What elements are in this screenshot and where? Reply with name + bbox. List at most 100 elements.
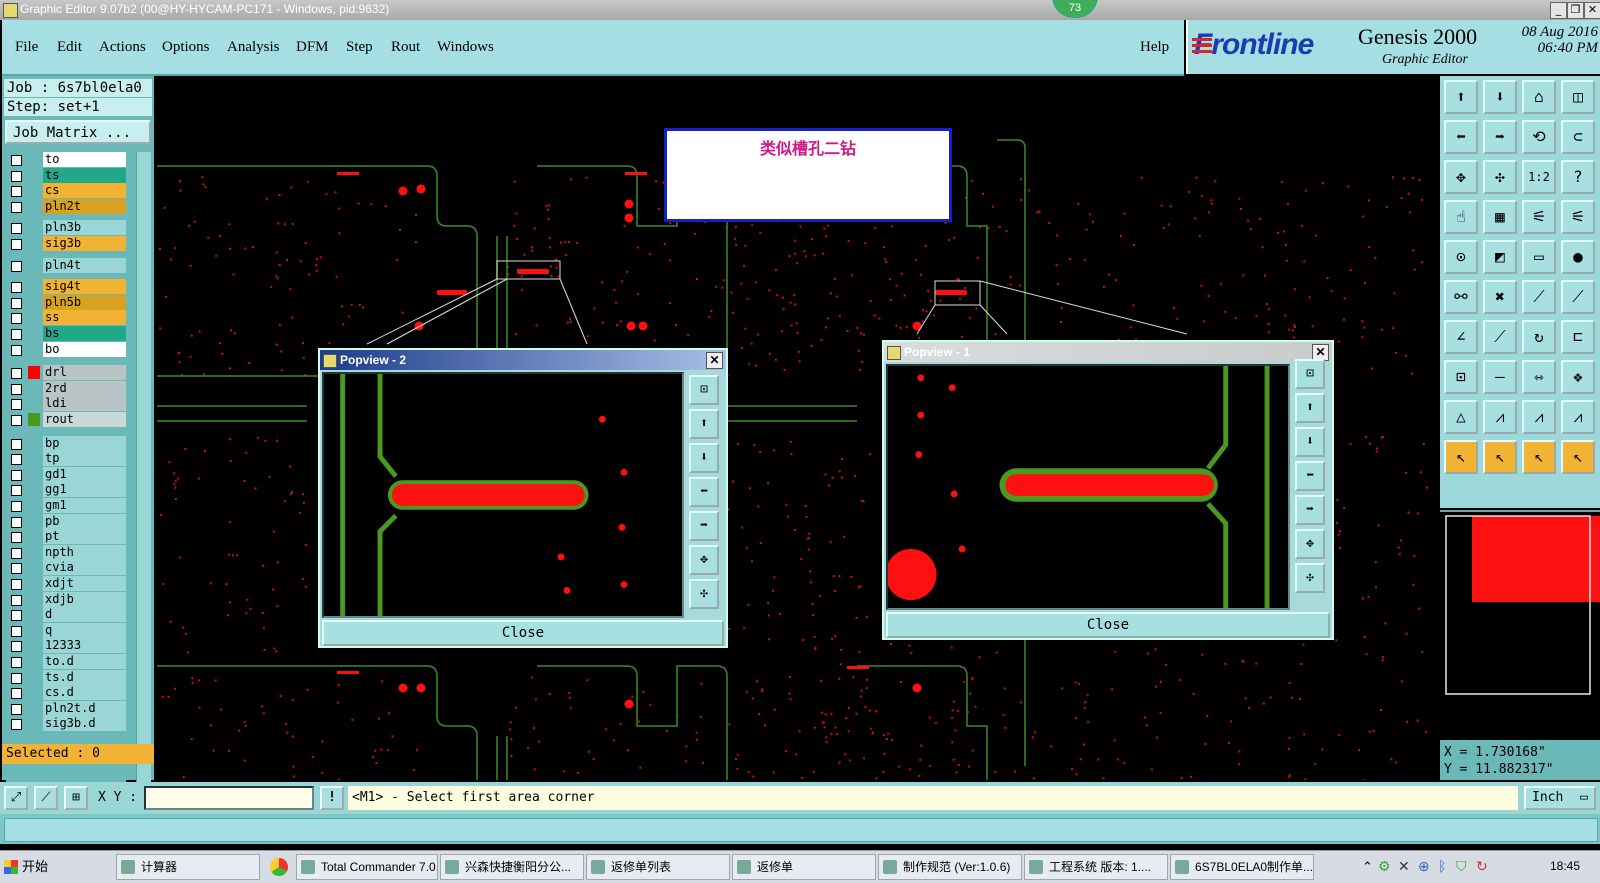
- menu-step[interactable]: Step: [346, 39, 373, 56]
- layer-checkbox[interactable]: [11, 470, 22, 481]
- layer-checkbox[interactable]: [11, 595, 22, 606]
- tray-network-icon[interactable]: ⊕: [1418, 858, 1430, 875]
- pan-down-icon[interactable]: ⬇: [1295, 427, 1325, 457]
- tool-button-25-icon[interactable]: ∠: [1444, 320, 1478, 354]
- tool-button-26-icon[interactable]: ⟋: [1483, 320, 1517, 354]
- layer-row-tp[interactable]: tp: [6, 451, 126, 466]
- tool-button-16-icon[interactable]: ⚟: [1561, 200, 1595, 234]
- layer-row-rout[interactable]: rout: [6, 412, 126, 427]
- tray-app-icon[interactable]: ⚙: [1378, 858, 1391, 875]
- tool-button-28-icon[interactable]: ⊏: [1561, 320, 1595, 354]
- tool-button-29-icon[interactable]: ⊡: [1444, 360, 1478, 394]
- menu-actions[interactable]: Actions: [99, 39, 146, 56]
- layer-row-bo[interactable]: bo: [6, 342, 126, 357]
- layer-checkbox[interactable]: [11, 485, 22, 496]
- layer-row-pln2t[interactable]: pln2t: [6, 199, 126, 214]
- tool-button-3-icon[interactable]: ⌂: [1522, 80, 1556, 114]
- tool-button-19-icon[interactable]: ▭: [1522, 240, 1556, 274]
- layer-checkbox[interactable]: [11, 239, 22, 250]
- pan-left-icon[interactable]: ⬅: [1295, 461, 1325, 491]
- layer-checkbox[interactable]: [11, 345, 22, 356]
- layer-checkbox[interactable]: [11, 313, 22, 324]
- pan-right-icon[interactable]: ➡: [689, 511, 719, 541]
- task-engineering-system[interactable]: 工程系统 版本: 1....: [1024, 854, 1168, 880]
- layer-row-pln4t[interactable]: pln4t: [6, 258, 126, 273]
- layer-checkbox[interactable]: [11, 454, 22, 465]
- chrome-icon[interactable]: [270, 858, 288, 876]
- bluetooth-icon[interactable]: ᛒ: [1438, 858, 1446, 874]
- pan-right-icon[interactable]: ➡: [1295, 495, 1325, 525]
- tool-button-8-icon[interactable]: ⊂: [1561, 120, 1595, 154]
- layer-row-to[interactable]: to: [6, 152, 126, 167]
- layer-checkbox[interactable]: [11, 641, 22, 652]
- layer-checkbox[interactable]: [11, 688, 22, 699]
- layer-checkbox[interactable]: [11, 186, 22, 197]
- tool-button-13-icon[interactable]: ☝: [1444, 200, 1478, 234]
- xy-input[interactable]: [144, 786, 314, 810]
- pan-left-icon[interactable]: ⬅: [689, 477, 719, 507]
- task-repair-list[interactable]: 返修单列表: [586, 854, 730, 880]
- layer-row-sig4t[interactable]: sig4t: [6, 279, 126, 294]
- menu-analysis[interactable]: Analysis: [227, 39, 280, 56]
- layer-checkbox[interactable]: [11, 298, 22, 309]
- layer-row-pb[interactable]: pb: [6, 514, 126, 529]
- tool-button-9-icon[interactable]: ✥: [1444, 160, 1478, 194]
- layer-row-ldi[interactable]: ldi: [6, 396, 126, 411]
- layer-checkbox[interactable]: [11, 223, 22, 234]
- tool-button-10-icon[interactable]: ✣: [1483, 160, 1517, 194]
- zoom-out-icon[interactable]: ✥: [689, 545, 719, 575]
- tool-button-39-icon[interactable]: ↖: [1522, 440, 1556, 474]
- pan-up-icon[interactable]: ⬆: [689, 409, 719, 439]
- layer-row-ts.d[interactable]: ts.d: [6, 670, 126, 685]
- layer-scrollbar[interactable]: [136, 152, 151, 816]
- layer-row-to.d[interactable]: to.d: [6, 654, 126, 669]
- menu-rout[interactable]: Rout: [391, 39, 420, 56]
- menu-windows[interactable]: Windows: [437, 39, 494, 56]
- layer-checkbox[interactable]: [11, 439, 22, 450]
- tool-button-37-icon[interactable]: ↖: [1444, 440, 1478, 474]
- layer-row-xdjt[interactable]: xdjt: [6, 576, 126, 591]
- layer-checkbox[interactable]: [11, 282, 22, 293]
- layer-row-2rd[interactable]: 2rd: [6, 381, 126, 396]
- unit-select[interactable]: Inch▭: [1524, 786, 1596, 810]
- layer-checkbox[interactable]: [11, 704, 22, 715]
- layer-checkbox[interactable]: [11, 202, 22, 213]
- layer-checkbox[interactable]: [11, 155, 22, 166]
- tool-button-11-icon[interactable]: 1:2: [1522, 160, 1556, 194]
- tool-button-34-icon[interactable]: ⩘: [1483, 400, 1517, 434]
- task-total-commander[interactable]: Total Commander 7.0...: [296, 854, 438, 880]
- snap-tool-icon[interactable]: ⤢: [4, 786, 28, 810]
- layer-row-sig3b.d[interactable]: sig3b.d: [6, 716, 126, 731]
- layer-row-cvia[interactable]: cvia: [6, 560, 126, 575]
- layer-row-drl[interactable]: drl: [6, 365, 126, 380]
- tool-button-18-icon[interactable]: ◩: [1483, 240, 1517, 274]
- layer-checkbox[interactable]: [11, 171, 22, 182]
- tray-cross-icon[interactable]: ✕: [1398, 858, 1410, 875]
- tool-button-31-icon[interactable]: ⇿: [1522, 360, 1556, 394]
- grid-tool-icon[interactable]: ⊞: [64, 786, 88, 810]
- task-browser[interactable]: 兴森快捷衡阳分公...: [440, 854, 584, 880]
- layer-checkbox[interactable]: [11, 415, 22, 426]
- layer-row-d[interactable]: d: [6, 607, 126, 622]
- tool-button-17-icon[interactable]: ⊙: [1444, 240, 1478, 274]
- layer-row-12333[interactable]: 12333: [6, 638, 126, 653]
- zoom-fit-icon[interactable]: ⊡: [689, 375, 719, 405]
- tool-button-14-icon[interactable]: ▦: [1483, 200, 1517, 234]
- tray-refresh-icon[interactable]: ↻: [1476, 858, 1488, 875]
- layer-checkbox[interactable]: [11, 501, 22, 512]
- layer-checkbox[interactable]: [11, 657, 22, 668]
- pan-down-icon[interactable]: ⬇: [689, 443, 719, 473]
- layer-checkbox[interactable]: [11, 548, 22, 559]
- zoom-in-icon[interactable]: ✣: [1295, 563, 1325, 593]
- layer-row-gd1[interactable]: gd1: [6, 467, 126, 482]
- layer-row-gm1[interactable]: gm1: [6, 498, 126, 513]
- tool-button-1-icon[interactable]: ⬆: [1444, 80, 1478, 114]
- tool-button-24-icon[interactable]: ⟋: [1561, 280, 1595, 314]
- overview-map[interactable]: [1440, 510, 1600, 742]
- tool-button-32-icon[interactable]: ❖: [1561, 360, 1595, 394]
- tool-button-4-icon[interactable]: ◫: [1561, 80, 1595, 114]
- layer-checkbox[interactable]: [11, 626, 22, 637]
- layer-row-pln3b[interactable]: pln3b: [6, 220, 126, 235]
- tool-button-33-icon[interactable]: △: [1444, 400, 1478, 434]
- tool-button-12-icon[interactable]: ?: [1561, 160, 1595, 194]
